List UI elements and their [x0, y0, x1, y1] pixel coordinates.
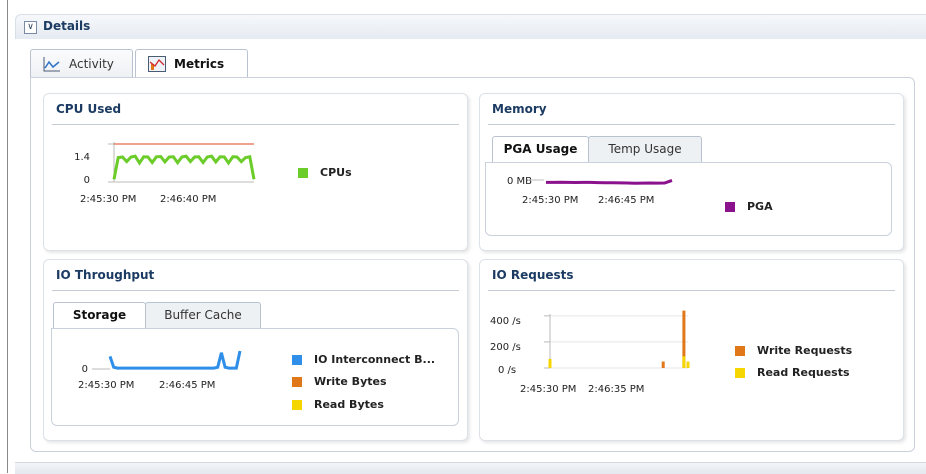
io-throughput-chart [92, 350, 242, 370]
legend-label: PGA [747, 200, 773, 213]
legend-swatch [725, 202, 735, 212]
io-requests-panel: IO Requests 400 /s 200 /s 0 /s 2:45:30 P… [479, 259, 904, 441]
legend-label: Write Bytes [314, 375, 387, 388]
x-tick-label: 2:45:30 PM [80, 194, 137, 205]
io-throughput-panel: IO Throughput Storage Buffer Cache 0 2:4… [43, 259, 468, 441]
window-left-border [7, 0, 8, 473]
x-tick-label: 2:46:45 PM [159, 380, 216, 391]
activity-chart-icon [43, 57, 60, 72]
next-section-header [15, 462, 926, 474]
pga-series-line [546, 178, 673, 185]
io-throughput-title: IO Throughput [56, 268, 155, 282]
y-tick-label: 0 MB [506, 176, 532, 187]
cpu-used-title: CPU Used [56, 102, 122, 116]
subtab-temp-usage[interactable]: Temp Usage [588, 136, 702, 162]
x-tick-label: 2:45:30 PM [522, 195, 579, 206]
read-requests-bar [682, 356, 686, 368]
legend-swatch [292, 355, 302, 365]
cpu-used-chart [108, 142, 256, 183]
details-section-header[interactable]: ∨ Details [15, 14, 926, 39]
legend-swatch [292, 377, 302, 387]
cpu-used-panel: CPU Used 1.4 0 2:45:30 PM 2:46:40 PM CPU… [43, 93, 468, 251]
io-requests-title: IO Requests [492, 268, 574, 282]
legend-label: CPUs [320, 166, 352, 179]
x-tick-label: 2:45:30 PM [520, 384, 577, 395]
x-tick-label: 2:46:45 PM [598, 195, 655, 206]
tab-metrics[interactable]: Metrics [135, 49, 248, 79]
panel-divider [488, 124, 895, 125]
panel-divider [488, 290, 895, 291]
legend-label: Read Requests [757, 366, 850, 379]
x-tick-label: 2:46:35 PM [588, 384, 645, 395]
pga-usage-chart [528, 178, 673, 185]
tab-metrics-label: Metrics [174, 57, 225, 71]
read-requests-bar [686, 361, 690, 368]
y-tick-label: 200 /s [490, 342, 521, 353]
memory-panel: Memory PGA Usage Temp Usage 0 MB 2:45:30… [479, 93, 904, 251]
memory-title: Memory [492, 102, 547, 116]
y-tick-label: 0 /s [498, 365, 517, 376]
x-tick-label: 2:46:40 PM [160, 194, 217, 205]
io-throughput-subtab-body [51, 328, 459, 426]
metrics-chart-icon [148, 56, 166, 72]
tab-activity-label: Activity [69, 57, 114, 71]
read-requests-bar [548, 358, 552, 368]
tab-activity[interactable]: Activity [30, 49, 133, 78]
legend-label: IO Interconnect B... [314, 353, 436, 366]
subtab-buffer-cache[interactable]: Buffer Cache [145, 302, 261, 328]
legend-label: Read Bytes [314, 398, 384, 411]
legend-swatch [735, 368, 745, 378]
legend-label: Write Requests [757, 344, 853, 357]
write-requests-bar [661, 361, 665, 368]
cpus-series-line [112, 154, 256, 180]
chevron-down-icon[interactable]: ∨ [24, 21, 37, 34]
panel-divider [52, 124, 459, 125]
subtab-pga-usage[interactable]: PGA Usage [492, 136, 589, 163]
y-tick-label: 0 [81, 364, 88, 375]
y-tick-label: 0 [83, 175, 90, 186]
subtab-storage[interactable]: Storage [53, 302, 146, 329]
io-interconnect-series-line [108, 350, 242, 370]
legend-swatch [735, 346, 745, 356]
x-tick-label: 2:45:30 PM [78, 380, 135, 391]
legend-swatch [298, 168, 308, 178]
y-tick-label: 1.4 [74, 152, 90, 163]
panel-divider [52, 290, 459, 291]
y-tick-label: 400 /s [490, 316, 521, 327]
details-title: Details [43, 19, 91, 33]
io-requests-chart [544, 310, 690, 369]
legend-swatch [292, 400, 302, 410]
